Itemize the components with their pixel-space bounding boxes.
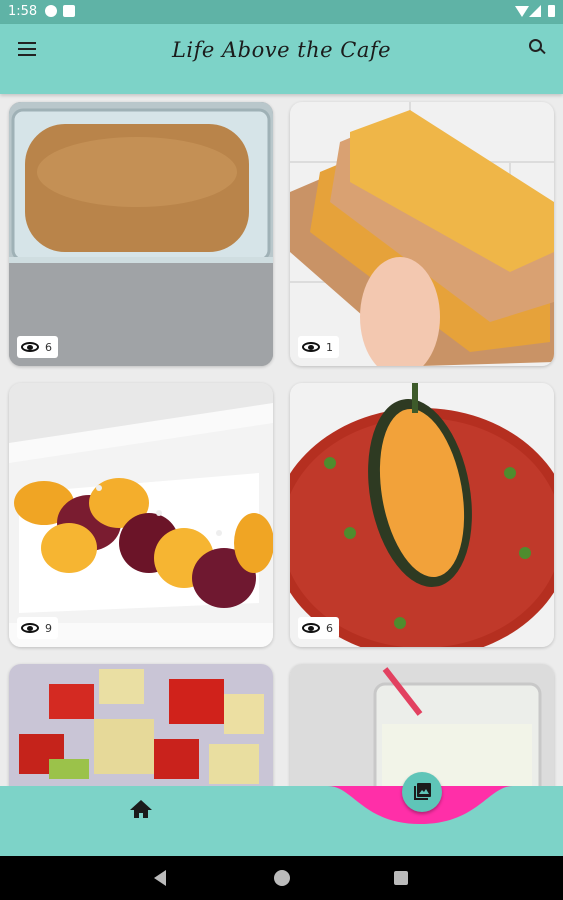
eye-icon xyxy=(21,342,39,352)
view-count-badge: 9 xyxy=(17,617,58,639)
back-icon[interactable] xyxy=(154,870,166,886)
eye-icon xyxy=(302,342,320,352)
view-count-badge: 1 xyxy=(298,336,339,358)
notification-icon xyxy=(45,5,57,17)
status-bar: 1:58 xyxy=(0,0,563,24)
bottom-navigation xyxy=(0,772,563,856)
system-navigation-bar xyxy=(0,856,563,900)
home-icon[interactable] xyxy=(130,800,152,820)
post-card[interactable]: 6 xyxy=(9,102,273,366)
post-image xyxy=(290,664,554,786)
view-count-badge: 6 xyxy=(298,617,339,639)
search-icon[interactable] xyxy=(529,39,547,57)
gallery-icon xyxy=(414,783,431,800)
post-image xyxy=(9,383,273,647)
wifi-icon xyxy=(515,6,529,17)
view-count: 1 xyxy=(326,340,333,354)
gallery-button[interactable] xyxy=(402,772,442,812)
notification-icon xyxy=(63,5,75,17)
app-bar: Life Above the Cafe xyxy=(0,24,563,94)
post-image xyxy=(290,383,554,647)
post-card[interactable]: 1 xyxy=(290,102,554,366)
status-time: 1:58 xyxy=(8,4,38,19)
view-count: 6 xyxy=(45,340,52,354)
signal-icon xyxy=(529,5,541,17)
page-title: Life Above the Cafe xyxy=(171,38,392,62)
eye-icon xyxy=(21,623,39,633)
post-grid: 6 1 9 6 xyxy=(0,94,563,786)
post-image xyxy=(9,102,273,366)
post-card[interactable] xyxy=(290,664,554,786)
post-card[interactable]: 9 xyxy=(9,383,273,647)
post-card[interactable]: 6 xyxy=(290,383,554,647)
post-card[interactable] xyxy=(9,664,273,786)
view-count: 9 xyxy=(45,621,52,635)
eye-icon xyxy=(302,623,320,633)
battery-icon xyxy=(548,5,555,17)
post-image xyxy=(290,102,554,366)
view-count-badge: 6 xyxy=(17,336,58,358)
post-image xyxy=(9,664,273,786)
recents-icon[interactable] xyxy=(394,871,408,885)
view-count: 6 xyxy=(326,621,333,635)
system-home-icon[interactable] xyxy=(274,870,290,886)
